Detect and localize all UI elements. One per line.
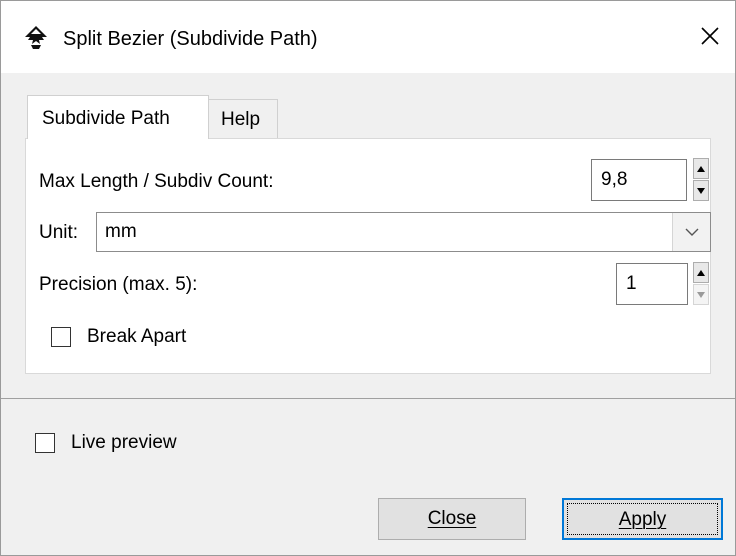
- tab-subdivide-path[interactable]: Subdivide Path: [27, 95, 209, 139]
- max-length-stepper: [693, 158, 709, 202]
- arrow-up-icon: [697, 165, 705, 172]
- live-preview-checkbox[interactable]: [35, 433, 55, 453]
- tab-label: Help: [221, 109, 261, 130]
- increment-button[interactable]: [693, 262, 709, 283]
- live-preview-label: Live preview: [71, 432, 177, 453]
- max-length-label: Max Length / Subdiv Count:: [39, 171, 274, 192]
- close-button-label: Close: [427, 508, 477, 529]
- title-bar: Split Bezier (Subdivide Path): [1, 1, 735, 73]
- close-button[interactable]: Close: [378, 498, 526, 540]
- precision-stepper: [693, 262, 709, 306]
- close-icon[interactable]: [693, 19, 727, 53]
- chevron-down-icon[interactable]: [672, 213, 710, 251]
- tab-label: Subdivide Path: [42, 108, 170, 129]
- arrow-down-icon: [697, 291, 705, 298]
- precision-input[interactable]: 1: [616, 263, 688, 305]
- tab-panel: Max Length / Subdiv Count: 9,8 Unit: mm …: [25, 138, 711, 374]
- decrement-button[interactable]: [693, 284, 709, 305]
- increment-button[interactable]: [693, 158, 709, 179]
- unit-selected-value: mm: [105, 221, 137, 242]
- arrow-up-icon: [697, 269, 705, 276]
- decrement-button[interactable]: [693, 180, 709, 201]
- inkscape-icon: [23, 25, 49, 51]
- break-apart-label: Break Apart: [87, 326, 187, 347]
- tab-help[interactable]: Help: [208, 99, 278, 139]
- apply-button[interactable]: Apply: [562, 498, 723, 540]
- unit-select[interactable]: mm: [96, 212, 711, 252]
- divider: [1, 398, 735, 399]
- max-length-input[interactable]: 9,8: [591, 159, 687, 201]
- dialog-window: Split Bezier (Subdivide Path) Subdivide …: [0, 0, 736, 556]
- unit-label: Unit:: [39, 222, 79, 243]
- arrow-down-icon: [697, 187, 705, 194]
- break-apart-checkbox[interactable]: [51, 327, 71, 347]
- precision-label: Precision (max. 5):: [39, 274, 198, 295]
- window-title: Split Bezier (Subdivide Path): [63, 28, 318, 50]
- apply-button-label: Apply: [618, 509, 667, 530]
